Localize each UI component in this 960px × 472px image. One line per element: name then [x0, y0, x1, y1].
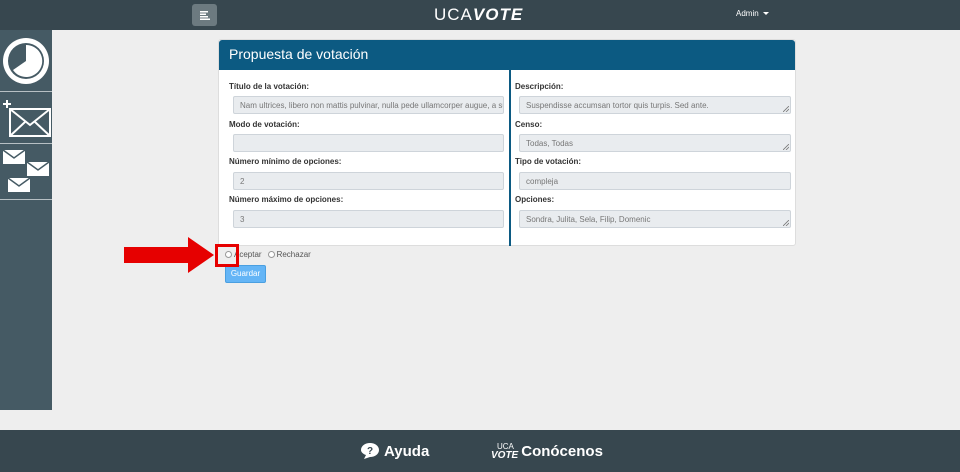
modo-label: Modo de votación: [229, 120, 300, 129]
descripcion-textarea[interactable]: Suspendisse accumsan tortor quis turpis.… [519, 96, 791, 114]
messages-icon [2, 149, 50, 192]
brand-suffix: VOTE [472, 5, 524, 24]
sidebar-toggle-button[interactable] [192, 4, 217, 26]
opciones-value: Sondra, Julita, Sela, Filip, Domenic [526, 215, 651, 224]
svg-text:?: ? [367, 446, 373, 457]
pie-chart-icon [3, 38, 49, 84]
min-opciones-label: Número mínimo de opciones: [229, 157, 342, 166]
descripcion-value: Suspendisse accumsan tortor quis turpis.… [526, 101, 709, 110]
help-icon: ? [361, 443, 379, 459]
new-message-icon [3, 100, 51, 137]
censo-value: Todas, Todas [526, 139, 573, 148]
reject-radio[interactable] [267, 251, 275, 258]
top-navbar: UCAVOTE Admin [0, 0, 960, 30]
sidebar-item-stats[interactable] [0, 30, 52, 92]
menu-icon [199, 10, 210, 20]
resize-handle-icon[interactable] [783, 144, 789, 150]
annotation-highlight-box [215, 244, 239, 267]
sidebar-item-messages[interactable] [0, 144, 52, 200]
modo-field[interactable] [233, 134, 504, 152]
censo-label: Censo: [515, 120, 543, 129]
opciones-textarea[interactable]: Sondra, Julita, Sela, Filip, Domenic [519, 210, 791, 228]
resize-handle-icon[interactable] [783, 106, 789, 112]
app-logo[interactable]: UCAVOTE [434, 5, 523, 25]
caret-down-icon [762, 12, 769, 16]
titulo-label: Título de la votación: [229, 82, 310, 91]
tipo-label: Tipo de votación: [515, 157, 582, 166]
card-title: Propuesta de votación [219, 40, 795, 70]
tipo-field[interactable]: compleja [519, 172, 791, 190]
footer: ? Ayuda UCA VOTE Conócenos [0, 430, 960, 472]
opciones-label: Opciones: [515, 195, 555, 204]
brand-prefix: UCA [434, 5, 473, 24]
max-opciones-field[interactable]: 3 [233, 210, 504, 228]
censo-textarea[interactable]: Todas, Todas [519, 134, 791, 152]
about-link[interactable]: UCA VOTE Conócenos [491, 442, 603, 461]
sidebar-item-new-proposal[interactable] [0, 92, 52, 144]
about-logo-bottom: VOTE [491, 450, 519, 461]
max-opciones-label: Número máximo de opciones: [229, 195, 344, 204]
save-button[interactable]: Guardar [225, 265, 266, 283]
help-link-label: Ayuda [384, 442, 430, 460]
column-divider [509, 70, 511, 246]
user-menu[interactable]: Admin [736, 9, 769, 18]
about-logo: UCA VOTE [491, 442, 519, 461]
min-opciones-field[interactable]: 2 [233, 172, 504, 190]
sidebar [0, 30, 52, 410]
descripcion-label: Descripción: [515, 82, 564, 91]
annotation-arrow-icon [124, 237, 214, 273]
about-link-label: Conócenos [521, 442, 603, 460]
titulo-field[interactable]: Nam ultrices, libero non mattis pulvinar… [233, 96, 504, 114]
help-link[interactable]: ? Ayuda [360, 442, 429, 460]
user-menu-label: Admin [736, 9, 759, 18]
resize-handle-icon[interactable] [783, 220, 789, 226]
proposal-card: Propuesta de votación Título de la votac… [218, 39, 796, 246]
reject-radio-label[interactable]: Rechazar [277, 250, 311, 259]
